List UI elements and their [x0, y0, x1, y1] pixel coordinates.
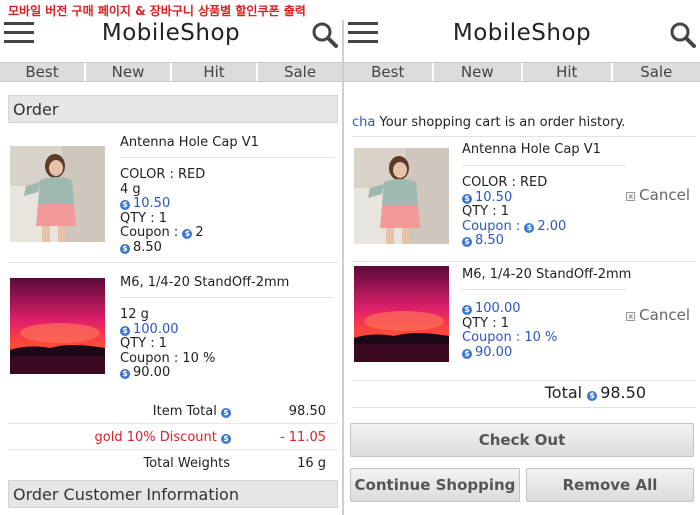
currency-icon: $ [462, 348, 472, 359]
weights-value: 16 g [297, 456, 326, 471]
item-total-value: 98.50 [288, 404, 326, 419]
list-item: Antenna Hole Cap V1 COLOR : RED 4 g $10.… [8, 128, 338, 263]
list-item: M6, 1/4-20 StandOff-2mm $100.00 QTY : 1 … [352, 262, 696, 380]
currency-icon: $ [462, 305, 472, 315]
product-coupon: Coupon : [120, 225, 179, 240]
product-details: COLOR : RED 4 g $10.50 QTY : 1 Coupon : … [120, 167, 206, 255]
tab-hit[interactable]: Hit [523, 63, 613, 81]
close-icon: × [626, 312, 636, 321]
tab-sale[interactable]: Sale [613, 63, 700, 81]
currency-icon: $ [524, 222, 535, 233]
logo[interactable]: MobileShop [344, 20, 700, 46]
final-price: 8.50 [133, 239, 162, 255]
panel-divider [342, 20, 344, 515]
search-icon[interactable] [670, 20, 696, 50]
remove-all-button[interactable]: Remove All [526, 468, 694, 502]
tab-sale[interactable]: Sale [258, 63, 342, 81]
product-name[interactable]: M6, 1/4-20 StandOff-2mm [462, 267, 631, 282]
tab-best[interactable]: Best [0, 63, 86, 81]
product-weight: 12 g [120, 307, 149, 322]
product-details: $100.00 QTY : 1 Coupon : 10 % $90.00 [462, 301, 558, 360]
product-qty: QTY : 1 [120, 336, 168, 351]
product-image[interactable] [10, 278, 105, 374]
discount-value: - 11.05 [279, 430, 326, 445]
tab-new[interactable]: New [86, 63, 172, 81]
product-coupon: Coupon : [462, 218, 521, 234]
tab-hit[interactable]: Hit [172, 63, 258, 81]
product-color: COLOR : RED [120, 167, 206, 182]
cart-page-panel: MobileShop Best New Hit Sale cha Your sh… [344, 0, 700, 515]
weights-label: Total Weights [143, 456, 230, 471]
product-image[interactable] [10, 146, 105, 242]
product-price: 100.00 [475, 301, 521, 316]
product-name[interactable]: Antenna Hole Cap V1 [120, 135, 259, 150]
product-color: COLOR : RED [462, 175, 548, 190]
order-page-panel: 모바일 버전 구매 페이지 & 장바구니 상품별 할인쿠폰 출력 MobileS… [0, 0, 342, 515]
product-name[interactable]: M6, 1/4-20 StandOff-2mm [120, 275, 289, 290]
total-value: 98.50 [600, 383, 646, 402]
customer-section-header[interactable]: Order Customer Information [8, 480, 338, 508]
header: MobileShop [0, 20, 342, 58]
close-icon: × [626, 192, 636, 201]
product-qty: QTY : 1 [120, 210, 168, 226]
category-tabs: Best New Hit Sale [0, 62, 342, 82]
product-price: 100.00 [133, 321, 179, 337]
final-price: 90.00 [475, 344, 513, 360]
product-price: 10.50 [475, 189, 513, 205]
currency-icon: $ [587, 391, 598, 401]
discount-row: gold 10% Discount $ - 11.05 [8, 426, 338, 450]
currency-icon: $ [221, 408, 231, 418]
final-price: 8.50 [475, 233, 504, 248]
caption-text: 모바일 버전 구매 페이지 & 장바구니 상품별 할인쿠폰 출력 [8, 4, 306, 18]
weights-row: Total Weights 16 g [8, 452, 338, 476]
product-name[interactable]: Antenna Hole Cap V1 [462, 142, 601, 157]
currency-icon: $ [462, 237, 472, 247]
product-coupon: Coupon : 10 % [120, 350, 216, 366]
product-weight: 4 g [120, 181, 141, 197]
list-item: M6, 1/4-20 StandOff-2mm 12 g $100.00 QTY… [8, 264, 338, 399]
product-details: 12 g $100.00 QTY : 1 Coupon : 10 % $90.0… [120, 307, 216, 381]
notice-text: Your shopping cart is an order history. [379, 115, 626, 130]
item-total-row: Item Total $ 98.50 [8, 400, 338, 424]
coupon-value: 2.00 [537, 218, 567, 234]
currency-icon: $ [462, 193, 472, 204]
currency-icon: $ [120, 369, 130, 379]
user-name: cha [352, 115, 376, 130]
item-total-label: Item Total [152, 404, 217, 419]
product-price: 10.50 [133, 196, 171, 211]
header: MobileShop [344, 20, 700, 58]
product-qty: QTY : 1 [462, 315, 510, 331]
total-label: Total [544, 383, 583, 402]
category-tabs: Best New Hit Sale [344, 62, 700, 82]
list-item: Antenna Hole Cap V1 COLOR : RED $10.50 Q… [352, 138, 696, 262]
product-qty: QTY : 1 [462, 204, 510, 219]
search-icon[interactable] [312, 20, 338, 50]
currency-icon: $ [120, 243, 130, 254]
product-details: COLOR : RED $10.50 QTY : 1 Coupon : $2.0… [462, 175, 567, 249]
continue-shopping-button[interactable]: Continue Shopping [350, 468, 520, 502]
cancel-button[interactable]: × Cancel [626, 186, 690, 204]
currency-icon: $ [221, 434, 231, 444]
logo[interactable]: MobileShop [0, 20, 342, 46]
tab-new[interactable]: New [434, 63, 523, 81]
product-image[interactable] [354, 148, 449, 244]
currency-icon: $ [120, 325, 130, 336]
currency-icon: $ [120, 200, 130, 210]
product-coupon: Coupon : 10 % [462, 330, 558, 345]
order-section-header: Order [8, 95, 338, 123]
cancel-button[interactable]: × Cancel [626, 306, 690, 324]
coupon-value: 2 [195, 225, 204, 240]
cart-total: Total $98.50 [545, 383, 646, 402]
cart-notice: cha Your shopping cart is an order histo… [352, 115, 625, 130]
currency-icon: $ [182, 229, 193, 239]
checkout-button[interactable]: Check Out [350, 423, 694, 457]
tab-best[interactable]: Best [344, 63, 434, 81]
product-image[interactable] [354, 266, 449, 362]
final-price: 90.00 [133, 365, 171, 380]
discount-label: gold 10% Discount [94, 430, 217, 445]
